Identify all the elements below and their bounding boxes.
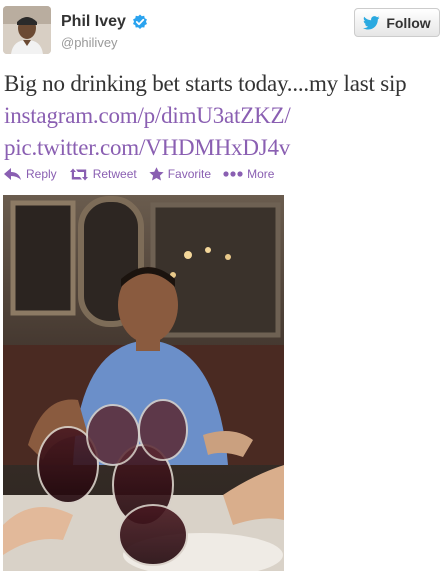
display-name[interactable]: Phil Ivey [61,13,126,31]
twitter-bird-icon [363,15,380,30]
favorite-button[interactable]: Favorite [149,167,211,181]
follow-label: Follow [386,14,431,31]
tweet-photo[interactable] [3,195,284,576]
avatar[interactable] [3,6,51,54]
instagram-link[interactable]: instagram.com/p/dimU3atZKZ/ [4,103,291,128]
favorite-label: Favorite [167,167,212,181]
tweet-text: Big no drinking bet starts today....my l… [4,68,434,164]
reply-button[interactable]: Reply [4,167,57,181]
user-handle[interactable]: @philivey [61,35,118,50]
user-name-row: Phil Ivey [61,13,148,31]
tweet-body: Big no drinking bet starts today....my l… [4,71,407,96]
photo-image [3,195,284,576]
star-icon [149,167,164,181]
avatar-image [3,6,51,54]
dots-icon [223,171,243,177]
retweet-label: Retweet [92,167,137,181]
pic-twitter-link[interactable]: pic.twitter.com/VHDMHxDJ4v [4,135,290,160]
reply-arrow-icon [4,168,21,180]
more-label: More [247,167,275,181]
follow-button[interactable]: Follow [354,8,440,37]
retweet-button[interactable]: Retweet [69,167,137,181]
verified-badge-icon [132,14,147,29]
more-button[interactable]: More [223,167,274,181]
tweet-actions: Reply Retweet Favorite More [4,167,286,181]
reply-label: Reply [26,167,57,181]
retweet-icon [69,168,88,180]
